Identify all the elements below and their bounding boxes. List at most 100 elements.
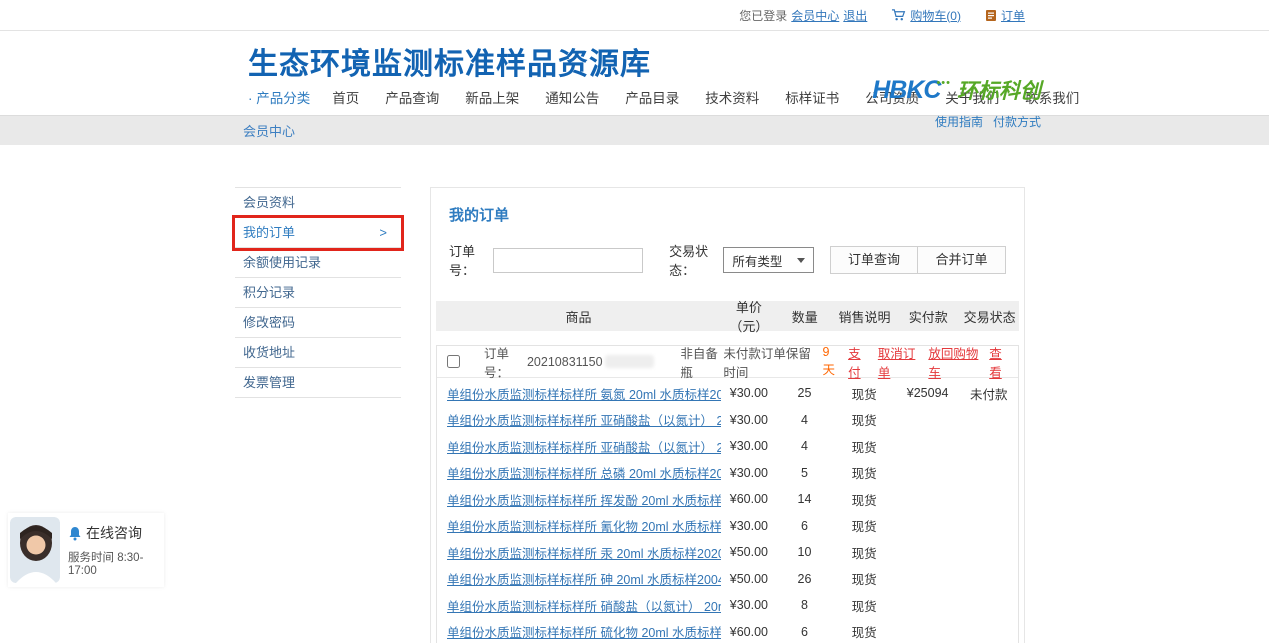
orders-link[interactable]: 订单 [1001,7,1025,24]
product-sale: 现货 [832,516,896,535]
sidebar-item[interactable]: 发票管理 [235,368,401,398]
product-qty: 6 [777,625,833,639]
product-price: ¥50.00 [721,572,777,586]
chevron-down-icon [797,258,805,263]
product-sale: 现货 [832,384,896,403]
table-row: 单组份水质监测标样标样所 氰化物 20ml 水质标样201757 ¥30.00 … [437,513,1018,540]
status-select[interactable]: 所有类型 [723,247,814,273]
order-no-label: 订单号： [449,241,489,279]
content-area: 会员资料 我的订单 > 余额使用记录 积分记录 [0,187,1269,643]
nav-item[interactable]: 产品目录 [625,87,679,107]
status-label: 交易状态： [669,241,719,279]
sidebar-item[interactable]: 积分记录 [235,278,401,308]
online-chat-widget[interactable]: 在线咨询 服务时间 8:30-17:00 [8,513,164,587]
order-no-input[interactable] [493,248,643,273]
chat-hours: 服务时间 8:30-17:00 [68,549,164,577]
table-row: 单组份水质监测标样标样所 氨氮 20ml 水质标样2005153 ¥30.00 … [437,380,1018,407]
sidebar-item-label: 会员资料 [243,188,295,217]
nav-item[interactable]: 新品上架 [465,87,519,107]
product-link[interactable]: 单组份水质监测标样标样所 亚硝酸盐（以氮计） 20ml 水质标样200644 [447,441,721,455]
nav-item[interactable]: 首页 [332,87,359,107]
product-price: ¥30.00 [721,466,777,480]
retain-days: 9天 [822,345,839,378]
nav-item[interactable]: 产品查询 [385,87,439,107]
order-no-label: 订单号： [484,343,527,381]
product-price: ¥50.00 [721,545,777,559]
sidebar-item-label: 余额使用记录 [243,248,321,277]
sidebar-item[interactable]: 我的订单 > [235,218,401,248]
order-no-redacted [605,355,655,368]
order-icon [985,9,997,22]
col-header-paid: 实付款 [896,307,960,326]
product-sale: 现货 [832,437,896,456]
product-sale: 现货 [832,490,896,509]
site-header: 生态环境监测标准样品资源库 HBKC ••• 环标科创 · 产品分类 首页 产品… [0,31,1269,115]
avatar [10,517,60,583]
member-center-link[interactable]: 会员中心 [791,7,839,24]
order-action-link[interactable]: 取消订单 [878,343,920,381]
sidebar-item[interactable]: 修改密码 [235,308,401,338]
product-link[interactable]: 单组份水质监测标样标样所 硫化物 20ml 水质标样205544 [447,626,721,640]
cart-link[interactable]: 购物车(0) [910,7,961,24]
sidebar-item[interactable]: 余额使用记录 [235,248,401,278]
order-action-link[interactable]: 查看 [989,343,1010,381]
product-price: ¥30.00 [721,413,777,427]
nav-item[interactable]: 标样证书 [785,87,839,107]
table-row: 单组份水质监测标样标样所 亚硝酸盐（以氮计） 20ml 水质标样200644 ¥… [437,433,1018,460]
brand-dots-icon: ••• [936,77,951,89]
product-link[interactable]: 单组份水质监测标样标样所 汞 20ml 水质标样202051 [447,547,721,561]
main-nav: · 产品分类 首页 产品查询 新品上架 通知公告 产品目录 技术资料 标样证书 … [248,87,1269,107]
logout-link[interactable]: 退出 [843,7,867,24]
product-price: ¥30.00 [721,519,777,533]
table-row: 单组份水质监测标样标样所 亚硝酸盐（以氮计） 20ml 水质标样200643 ¥… [437,407,1018,434]
sidebar-item[interactable]: 会员资料 [235,188,401,218]
order-no-value: 20210831150 [527,355,603,369]
order-action-link[interactable]: 支付 [848,343,869,381]
product-link[interactable]: 单组份水质监测标样标样所 总磷 20ml 水质标样203997 [447,467,721,481]
order-action-link[interactable]: 放回购物车 [928,343,980,381]
product-link[interactable]: 单组份水质监测标样标样所 氨氮 20ml 水质标样2005153 [447,388,721,402]
product-link[interactable]: 单组份水质监测标样标样所 氰化物 20ml 水质标样201757 [447,520,721,534]
col-header-qty: 数量 [777,307,833,326]
nav-right-link[interactable]: 使用指南 [935,113,983,130]
orders-panel: 我的订单 订单号： 交易状态： 所有类型 订单查询 合并订单 商品 单价（元） … [430,187,1025,643]
order-query-button[interactable]: 订单查询 [830,246,918,274]
product-sale: 现货 [832,569,896,588]
order-group: 订单号： 20210831150 非自备瓶 未付款订单保留时间 9天 支付 取消… [436,345,1019,643]
bell-icon [68,526,82,541]
product-price: ¥60.00 [721,492,777,506]
product-sale: 现货 [832,596,896,615]
product-link[interactable]: 单组份水质监测标样标样所 亚硝酸盐（以氮计） 20ml 水质标样200643 [447,414,721,428]
product-link[interactable]: 单组份水质监测标样标样所 挥发酚 20ml 水质标样200364 [447,494,721,508]
product-qty: 4 [777,413,833,427]
chat-text: 在线咨询 服务时间 8:30-17:00 [68,523,164,577]
order-header-row: 订单号： 20210831150 非自备瓶 未付款订单保留时间 9天 支付 取消… [437,346,1018,378]
order-search-row: 订单号： 交易状态： 所有类型 订单查询 合并订单 [431,241,1024,297]
table-header: 商品 单价（元） 数量 销售说明 实付款 交易状态 [436,301,1019,331]
sidebar-item-label: 修改密码 [243,308,295,337]
order-checkbox[interactable] [447,355,460,368]
brand-logo: HBKC ••• 环标科创 [872,75,1041,105]
breadcrumb[interactable]: 会员中心 [243,121,295,140]
status-select-value: 所有类型 [732,251,782,270]
product-link[interactable]: 单组份水质监测标样标样所 砷 20ml 水质标样200455 [447,573,721,587]
orders-group[interactable]: 订单 [985,7,1025,24]
nav-item[interactable]: 技术资料 [705,87,759,107]
col-header-product: 商品 [436,307,721,326]
product-qty: 5 [777,466,833,480]
merge-orders-button[interactable]: 合并订单 [918,246,1006,274]
nav-item[interactable]: 通知公告 [545,87,599,107]
logged-in-text: 您已登录 [739,7,787,24]
sidebar-item-label: 我的订单 [243,218,295,247]
product-sale: 现货 [832,543,896,562]
cart-group[interactable]: 购物车(0) [891,7,961,24]
nav-product-category[interactable]: · 产品分类 [248,87,310,107]
sidebar-item[interactable]: 收货地址 [235,338,401,368]
product-link[interactable]: 单组份水质监测标样标样所 硝酸盐（以氮计） 20ml 水质标样200850 [447,600,721,614]
action-links: 支付 取消订单 放回购物车 查看 [848,343,1010,381]
table-row: 单组份水质监测标样标样所 硫化物 20ml 水质标样205544 ¥60.00 … [437,619,1018,643]
product-price: ¥30.00 [721,386,777,400]
product-qty: 6 [777,519,833,533]
product-qty: 25 [777,386,833,400]
nav-right-link[interactable]: 付款方式 [993,113,1041,130]
